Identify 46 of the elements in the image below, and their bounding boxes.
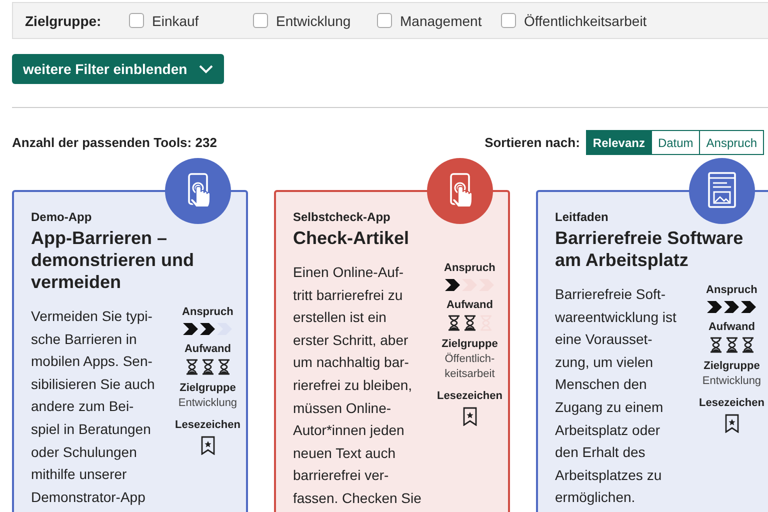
audience-value: Entwicklung	[702, 374, 762, 389]
rating-label: Aufwand	[708, 320, 755, 335]
phone-touch-icon	[450, 173, 472, 208]
sort-option[interactable]: Datum	[650, 130, 700, 155]
audience-value: Öffentlich- keitsarbeit	[444, 352, 495, 382]
bookmark-button[interactable]	[462, 407, 477, 426]
chevron-down-icon	[199, 64, 214, 74]
checkbox-label: Entwicklung	[276, 12, 351, 28]
phone-touch-icon	[188, 173, 210, 208]
bookmark-label: Lesezeichen	[437, 389, 502, 404]
checkbox-label: Öffentlichkeitsarbeit	[524, 12, 647, 28]
checkbox-label: Einkauf	[152, 12, 199, 28]
rating-label: Anspruch	[706, 283, 758, 298]
card-description: Einen Online-Auf- tritt barrierefrei zu erstellen ist ein erster Schritt, aber um nachhaltig bar- rierefrei zu bleiben, müssen Online- Autor*innen jeden neuen Text auch barrierefrei ver- fassen. Checken Sie	[293, 263, 422, 508]
card-description: Vermeiden Sie typi- sche Barrieren in mobilen Apps. Sen- sibilisieren Sie auch andere zum Bei- spiel in Beratungen oder Schulungen mithilfe unserer Demonstrator-App	[31, 307, 156, 507]
checkbox-label: Management	[400, 12, 482, 28]
card-title[interactable]: Barrierefreie Software am Arbeitsplatz	[555, 227, 760, 271]
card-category: Leitfaden	[555, 210, 610, 224]
document-icon	[708, 172, 736, 208]
rating-label: Anspruch	[444, 261, 496, 276]
checkbox[interactable]	[129, 13, 144, 28]
result-count: Anzahl der passenden Tools: 232	[12, 135, 217, 150]
sort-option[interactable]: Relevanz	[586, 130, 652, 155]
checkbox[interactable]	[253, 13, 268, 28]
bookmark-button[interactable]	[200, 436, 215, 455]
sort-option[interactable]: Anspruch	[699, 130, 764, 155]
audience-label: Zielgruppe	[442, 337, 498, 352]
rating-label: Aufwand	[184, 342, 231, 357]
checkbox[interactable]	[501, 13, 516, 28]
rating-label: Aufwand	[446, 298, 493, 313]
sort-label: Sortieren nach:	[484, 135, 580, 150]
bookmark-label: Lesezeichen	[175, 418, 240, 433]
card-description: Barrierefreie Soft- wareentwicklung ist eine Vorausset- zung, um vielen Menschen den Zugang zu einem Arbeitsplatz oder den Erhalt des Arbeitsplatzes zu ermöglichen.	[555, 285, 678, 508]
bookmark-label: Lesezeichen	[699, 396, 764, 411]
audience-label: Zielgruppe	[704, 359, 760, 374]
audience-value: Entwicklung	[178, 396, 238, 411]
bookmark-button[interactable]	[724, 414, 739, 433]
filter-label: Zielgruppe:	[25, 12, 102, 28]
card-title[interactable]: App-Barrieren – demonstrieren und vermeiden	[31, 227, 236, 293]
rating-label: Anspruch	[182, 305, 234, 320]
more-filters-button[interactable]: weitere Filter einblenden	[12, 54, 224, 84]
card-category: Demo-App	[31, 210, 93, 224]
audience-label: Zielgruppe	[180, 381, 236, 396]
card-title[interactable]: Check-Artikel	[293, 227, 498, 249]
card-category: Selbstcheck-App	[293, 210, 392, 224]
checkbox[interactable]	[377, 13, 392, 28]
